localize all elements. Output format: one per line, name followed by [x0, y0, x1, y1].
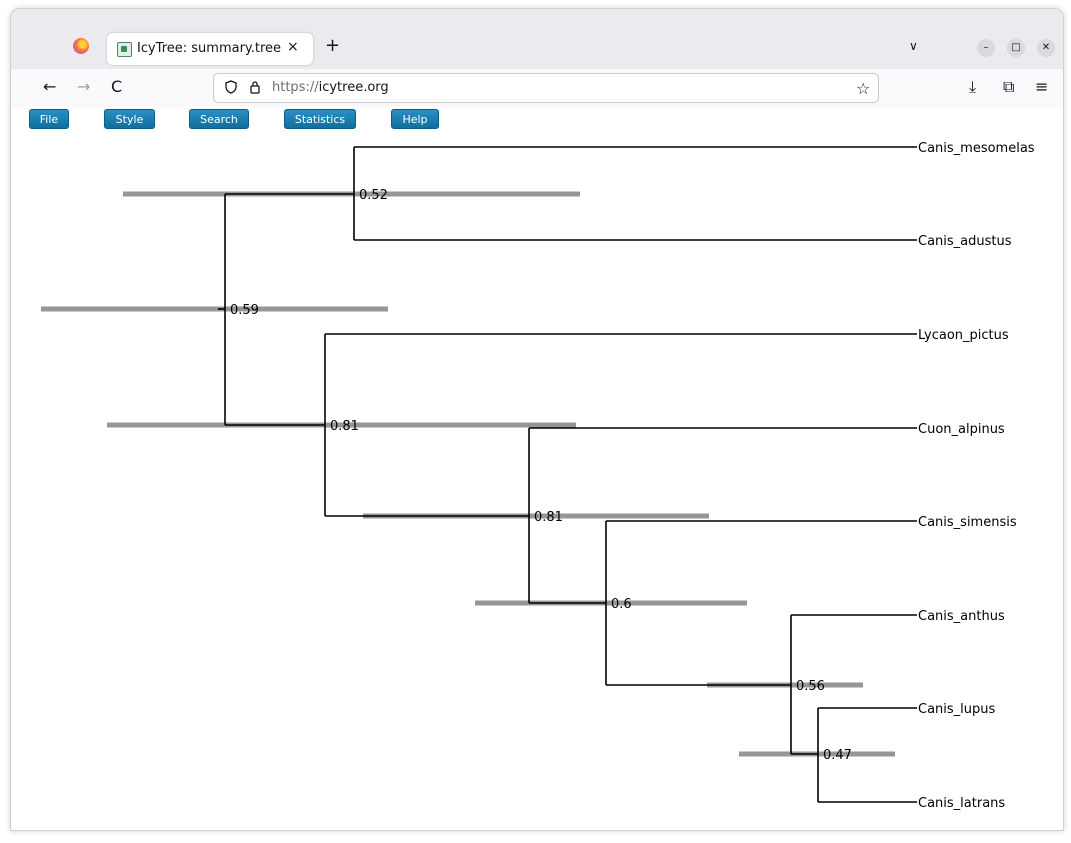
leaf-label[interactable]: Lycaon_pictus — [918, 328, 1009, 343]
list-all-tabs-icon[interactable]: ∨ — [909, 39, 918, 53]
extensions-icon[interactable]: ⧉ — [1003, 79, 1014, 95]
leaf-label[interactable]: Canis_anthus — [918, 609, 1005, 624]
search-menu-button[interactable]: Search — [189, 109, 249, 129]
icytree-favicon-icon — [117, 42, 132, 57]
leaf-label[interactable]: Canis_simensis — [918, 515, 1017, 530]
style-menu-button[interactable]: Style — [104, 109, 155, 129]
height-intervals — [41, 191, 895, 757]
phylogenetic-tree: 0.59 0.52 0.81 0.81 0.6 0.56 0.47 Canis_mesomel… — [41, 141, 1035, 811]
node-support-label: 0.59 — [230, 303, 259, 318]
app-menu-icon[interactable]: ≡ — [1035, 79, 1048, 95]
close-window-icon[interactable]: ✕ — [1037, 39, 1055, 57]
leaf-label[interactable]: Cuon_alpinus — [918, 422, 1005, 437]
lock-icon[interactable] — [248, 80, 262, 97]
statistics-menu-button[interactable]: Statistics — [284, 109, 356, 129]
tab-icytree[interactable]: IcyTree: summary.tree × — [107, 33, 313, 65]
leaf-label[interactable]: Canis_latrans — [918, 796, 1005, 811]
node-support-label: 0.81 — [330, 419, 359, 434]
node-support-label: 0.81 — [534, 510, 563, 525]
node-support-label: 0.6 — [611, 597, 632, 612]
minimize-icon[interactable]: – — [977, 39, 995, 57]
icytree-app: 0.59 0.52 0.81 0.81 0.6 0.56 0.47 Canis_mesomel… — [11, 107, 1063, 830]
url-text[interactable]: https://icytree.org — [272, 80, 389, 95]
back-icon[interactable]: ← — [43, 79, 56, 95]
node-support-label: 0.52 — [359, 188, 388, 203]
firefox-logo-icon[interactable] — [73, 38, 89, 54]
help-menu-button[interactable]: Help — [391, 109, 439, 129]
maximize-icon[interactable]: □ — [1007, 39, 1025, 57]
new-tab-icon[interactable]: + — [325, 37, 340, 55]
downloads-icon[interactable]: ⤓ — [969, 79, 976, 95]
leaf-label[interactable]: Canis_adustus — [918, 234, 1012, 249]
shield-icon[interactable] — [224, 80, 238, 97]
tree-labels: 0.59 0.52 0.81 0.81 0.6 0.56 0.47 Canis_mesomel… — [230, 141, 1035, 811]
tree-branches — [218, 146, 917, 803]
leaf-label[interactable]: Canis_mesomelas — [918, 141, 1035, 156]
browser-window: IcyTree: summary.tree × + ∨ – □ ✕ ← → C … — [10, 8, 1064, 831]
reload-icon[interactable]: C — [111, 79, 122, 95]
tab-strip: IcyTree: summary.tree × + ∨ – □ ✕ — [11, 9, 1063, 69]
forward-icon[interactable]: → — [77, 79, 90, 95]
tab-title: IcyTree: summary.tree — [137, 41, 282, 56]
node-support-label: 0.47 — [823, 748, 852, 763]
bookmark-star-icon[interactable]: ☆ — [856, 79, 870, 98]
close-tab-icon[interactable]: × — [287, 39, 299, 55]
url-protocol: https:// — [272, 80, 319, 95]
url-host: icytree.org — [318, 80, 389, 95]
menu-bar: File Style Search Statistics Help — [11, 107, 1063, 131]
navigation-bar: ← → C https://icytree.org ☆ ⤓ ⧉ ≡ — [11, 69, 1063, 108]
node-support-label: 0.56 — [796, 679, 825, 694]
url-bar[interactable]: https://icytree.org ☆ — [213, 73, 879, 103]
file-menu-button[interactable]: File — [29, 109, 69, 129]
leaf-label[interactable]: Canis_lupus — [918, 702, 996, 717]
